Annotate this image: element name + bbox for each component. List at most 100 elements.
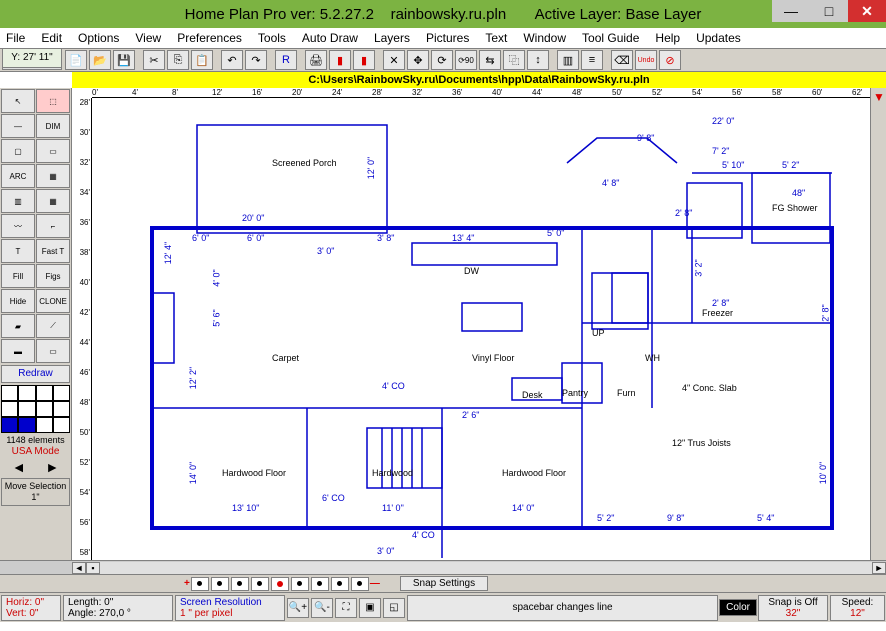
rotate-button[interactable]: ⟳ — [431, 50, 453, 70]
color-swatch-8[interactable] — [1, 417, 18, 433]
drawing-canvas[interactable]: Screened PorchCarpetVinyl FloorHardwood … — [92, 98, 870, 560]
tool-10-1[interactable]: ▭ — [36, 339, 70, 363]
zoom-prev-button[interactable]: ◱ — [383, 598, 405, 618]
exit-button[interactable]: ▮ — [353, 50, 375, 70]
tool-10-0[interactable]: ▬ — [1, 339, 35, 363]
snap-dot-7[interactable] — [311, 577, 329, 591]
cut-button[interactable]: ✂ — [143, 50, 165, 70]
tool-6-0[interactable]: T — [1, 239, 35, 263]
tool-0-1[interactable]: ⬚ — [36, 89, 70, 113]
snap-dot-1[interactable] — [191, 577, 209, 591]
nav-arrows[interactable]: ◄► — [0, 457, 71, 477]
tool-7-1[interactable]: Figs — [36, 264, 70, 288]
menu-help[interactable]: Help — [655, 31, 680, 45]
tool-3-1[interactable]: ▦ — [36, 164, 70, 188]
tool-6-1[interactable]: Fast T — [36, 239, 70, 263]
copy-button[interactable]: ⎘ — [167, 50, 189, 70]
menu-layers[interactable]: Layers — [374, 31, 410, 45]
tool-9-0[interactable]: ▰ — [1, 314, 35, 338]
colors-button[interactable]: ▥ — [557, 50, 579, 70]
color-swatch-6[interactable] — [36, 401, 53, 417]
flip-button[interactable]: ⇆ — [479, 50, 501, 70]
redraw-button[interactable]: Redraw — [1, 365, 70, 383]
menu-preferences[interactable]: Preferences — [177, 31, 242, 45]
menu-auto-draw[interactable]: Auto Draw — [302, 31, 358, 45]
color-swatch-5[interactable] — [18, 401, 35, 417]
open-button[interactable]: 📂 — [89, 50, 111, 70]
align-button[interactable]: ↕ — [527, 50, 549, 70]
eraser-button[interactable]: ⌫ — [611, 50, 633, 70]
color-palette[interactable] — [1, 385, 70, 433]
color-swatch-11[interactable] — [53, 417, 70, 433]
paste-button[interactable]: 📋 — [191, 50, 213, 70]
menu-tools[interactable]: Tools — [258, 31, 286, 45]
hscroll-strip[interactable]: ◄ ▪ ► — [0, 560, 886, 574]
color-button[interactable]: Color — [719, 599, 757, 616]
undo-button[interactable]: ↶ — [221, 50, 243, 70]
move-button[interactable]: ✥ — [407, 50, 429, 70]
undo2-button[interactable]: Undo — [635, 50, 657, 70]
tool-1-0[interactable]: — — [1, 114, 35, 138]
dup-button[interactable]: ⿻ — [503, 50, 525, 70]
tool-8-1[interactable]: CLONE — [36, 289, 70, 313]
snap-dot-3[interactable] — [231, 577, 249, 591]
menu-view[interactable]: View — [135, 31, 161, 45]
scroll-right-button[interactable]: ► — [872, 562, 886, 574]
tool-0-0[interactable]: ↖ — [1, 89, 35, 113]
tool-2-1[interactable]: ▭ — [36, 139, 70, 163]
tool-5-0[interactable]: 〰 — [1, 214, 35, 238]
zoom-window-button[interactable]: ▣ — [359, 598, 381, 618]
tool-2-0[interactable]: ▢ — [1, 139, 35, 163]
color-swatch-1[interactable] — [18, 385, 35, 401]
menu-updates[interactable]: Updates — [696, 31, 741, 45]
stop-button[interactable]: ⊘ — [659, 50, 681, 70]
snap-dot-6[interactable] — [291, 577, 309, 591]
tool-4-0[interactable]: ▥ — [1, 189, 35, 213]
zoom-out-button[interactable]: 🔍- — [311, 598, 333, 618]
color-swatch-0[interactable] — [1, 385, 18, 401]
snap-dot-8[interactable] — [331, 577, 349, 591]
tool-3-0[interactable]: ARC — [1, 164, 35, 188]
right-scroll-strip[interactable]: ▼ — [870, 88, 886, 560]
zoom-fit-button[interactable]: ⛶ — [335, 598, 357, 618]
color-swatch-2[interactable] — [36, 385, 53, 401]
redo-button[interactable]: ↷ — [245, 50, 267, 70]
minimize-button[interactable]: — — [772, 0, 810, 22]
snap-dot-4[interactable] — [251, 577, 269, 591]
red-down-arrow-icon[interactable]: ▼ — [873, 90, 885, 104]
snap-dot-active[interactable] — [271, 577, 289, 591]
minus-icon[interactable]: — — [370, 578, 380, 589]
menu-options[interactable]: Options — [78, 31, 119, 45]
repeat-button[interactable]: R — [275, 50, 297, 70]
menu-file[interactable]: File — [6, 31, 25, 45]
tool-9-1[interactable]: ⟋ — [36, 314, 70, 338]
size-button[interactable]: ✕ — [383, 50, 405, 70]
print-button[interactable]: 🖨 — [305, 50, 327, 70]
tool-7-0[interactable]: Fill — [1, 264, 35, 288]
color-swatch-3[interactable] — [53, 385, 70, 401]
menu-tool-guide[interactable]: Tool Guide — [582, 31, 639, 45]
scroll-left-button[interactable]: ◄ — [72, 562, 86, 574]
snap-dot-2[interactable] — [211, 577, 229, 591]
color-swatch-7[interactable] — [53, 401, 70, 417]
tool-8-0[interactable]: Hide — [1, 289, 35, 313]
tool-5-1[interactable]: ⌐ — [36, 214, 70, 238]
snap-dot-9[interactable] — [351, 577, 369, 591]
menu-edit[interactable]: Edit — [41, 31, 62, 45]
close-button[interactable]: ✕ — [848, 0, 886, 22]
rotate90-button[interactable]: ⟳90 — [455, 50, 477, 70]
scroll-handle[interactable]: ▪ — [86, 562, 100, 574]
menu-pictures[interactable]: Pictures — [426, 31, 469, 45]
bars-button[interactable]: ≡ — [581, 50, 603, 70]
maximize-button[interactable]: □ — [810, 0, 848, 22]
color-swatch-10[interactable] — [36, 417, 53, 433]
zoom-in-button[interactable]: 🔍+ — [287, 598, 309, 618]
menu-text[interactable]: Text — [485, 31, 507, 45]
new-button[interactable]: 📄 — [65, 50, 87, 70]
color-swatch-4[interactable] — [1, 401, 18, 417]
snap-settings-button[interactable]: Snap Settings — [400, 576, 488, 591]
tool-1-1[interactable]: DIM — [36, 114, 70, 138]
plus-icon[interactable]: + — [184, 578, 190, 589]
menu-window[interactable]: Window — [523, 31, 566, 45]
color-swatch-9[interactable] — [18, 417, 35, 433]
